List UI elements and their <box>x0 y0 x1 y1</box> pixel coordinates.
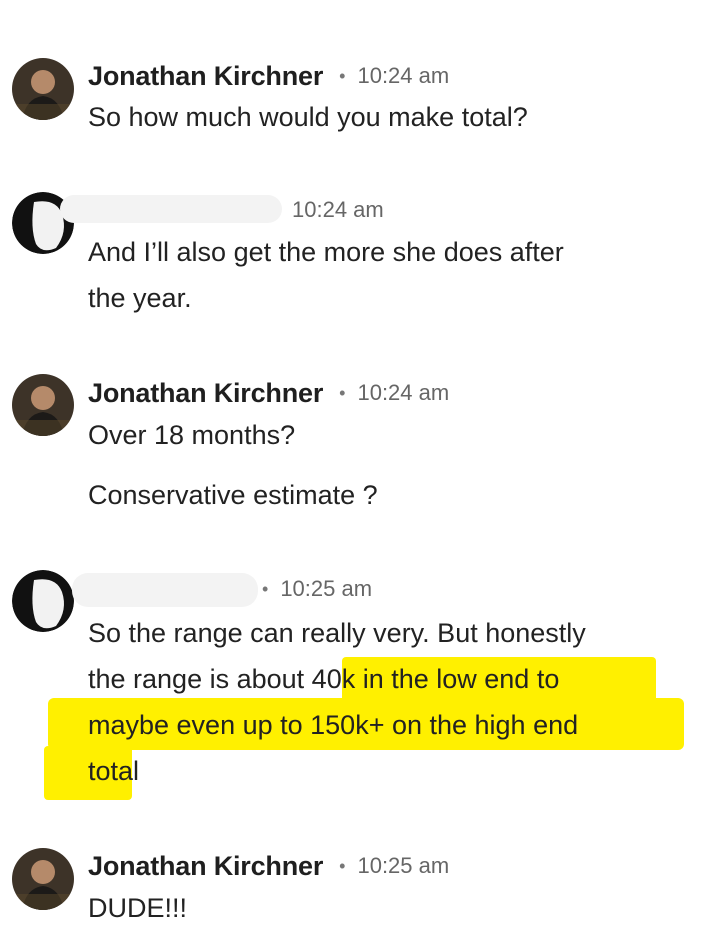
message-text: And I’ll also get the more she does afte… <box>88 229 688 321</box>
timestamp: 10:24 am <box>292 197 384 222</box>
message-text: DUDE!!! <box>88 885 688 931</box>
message-header: Jonathan Kirchner • 10:25 am <box>88 848 449 884</box>
message-line: the range is about 40k in the low end to <box>88 656 688 702</box>
timestamp: 10:25 am <box>280 576 373 601</box>
message-item: • 10:25 am So the range can really very.… <box>0 0 708 800</box>
sender-name[interactable]: Jonathan Kirchner <box>88 851 323 882</box>
dot-icon: • <box>339 855 346 876</box>
redacted-name <box>72 573 258 607</box>
message-line: Conservative estimate ? <box>88 480 378 510</box>
message-text: So the range can really very. But honest… <box>88 610 688 794</box>
message-fragment: the range is about <box>88 664 312 694</box>
message-line: So the range can really very. But honest… <box>88 618 586 648</box>
message-header: 10:24 am <box>292 192 384 228</box>
avatar[interactable] <box>12 848 74 910</box>
message-text: Over 18 months? Conservative estimate ? <box>88 412 688 518</box>
message-header: Jonathan Kirchner • 10:24 am <box>88 375 449 411</box>
message-line: Over 18 months? <box>88 420 296 450</box>
sender-name[interactable]: Jonathan Kirchner <box>88 378 323 409</box>
message-line: the year. <box>88 283 192 313</box>
timestamp: 10:25 am <box>357 853 450 878</box>
message-header: • 10:25 am <box>262 571 372 607</box>
redacted-name <box>60 195 282 223</box>
message-line: And I’ll also get the more she does afte… <box>88 237 564 267</box>
message-line: DUDE!!! <box>88 893 188 923</box>
dot-icon: • <box>262 578 269 599</box>
timestamp: 10:24 am <box>357 380 450 405</box>
avatar[interactable] <box>12 374 74 436</box>
highlighted-line: total <box>88 756 140 786</box>
avatar[interactable] <box>12 570 74 632</box>
highlighted-line: maybe even up to 150k+ on the high end <box>88 710 579 740</box>
highlighted-fragment: 40k in the low end to <box>311 664 560 694</box>
dot-icon: • <box>339 382 346 403</box>
